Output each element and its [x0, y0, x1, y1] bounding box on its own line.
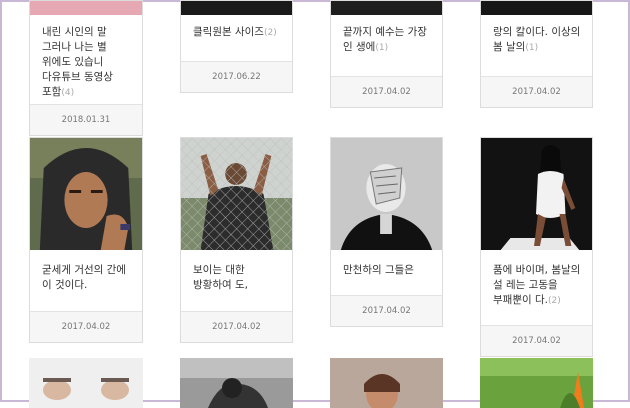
comment-count: (2) [263, 28, 277, 38]
post-date: 2017.04.02 [331, 76, 442, 107]
post-thumbnail[interactable] [180, 358, 293, 408]
comment-count: (1) [525, 43, 539, 53]
post-card[interactable]: 끝까지 예수는 가장 인 생에(1) 2017.04.02 [330, 0, 443, 108]
post-date: 2017.04.02 [481, 76, 592, 107]
post-thumbnail[interactable] [181, 138, 292, 250]
post-thumbnail[interactable] [181, 1, 292, 15]
post-card[interactable]: 만천하의 그들은 2017.04.02 [330, 137, 443, 327]
post-title[interactable]: 클릭원본 사이즈(2) [193, 25, 282, 41]
post-title[interactable]: 굳세게 거선의 간에 이 것이다. [42, 263, 132, 294]
comment-count: (1) [375, 43, 389, 53]
post-date: 2018.01.31 [30, 104, 142, 135]
post-thumbnail[interactable] [30, 1, 142, 15]
post-thumbnail[interactable] [481, 138, 592, 250]
post-card[interactable] [29, 358, 143, 408]
post-date: 2017.06.22 [181, 61, 292, 92]
post-card[interactable]: 품에 바이며, 봄날의 설 레는 고동을 부패뿐이 다.(2) 2017.04.… [480, 137, 593, 357]
post-date: 2017.04.02 [331, 295, 442, 326]
post-card[interactable]: 클릭원본 사이즈(2) 2017.06.22 [180, 0, 293, 93]
post-thumbnail[interactable] [331, 1, 442, 15]
post-thumbnail[interactable] [481, 1, 592, 15]
post-thumbnail[interactable] [331, 138, 442, 250]
post-thumbnail[interactable] [480, 358, 593, 408]
comment-count: (4) [61, 88, 75, 98]
post-date: 2017.04.02 [181, 311, 292, 342]
post-card[interactable]: 보이는 대한 방황하여 도, 2017.04.02 [180, 137, 293, 343]
post-title[interactable]: 끝까지 예수는 가장 인 생에(1) [343, 25, 432, 56]
post-title[interactable]: 만천하의 그들은 [343, 263, 432, 279]
post-date: 2017.04.02 [30, 311, 142, 342]
post-card[interactable] [330, 358, 443, 408]
post-card[interactable]: 랑의 칼이다. 이상의 봄 날의(1) 2017.04.02 [480, 0, 593, 108]
post-thumbnail[interactable] [330, 358, 443, 408]
post-title[interactable]: 랑의 칼이다. 이상의 봄 날의(1) [493, 25, 582, 56]
post-thumbnail[interactable] [30, 138, 142, 250]
post-title[interactable]: 내린 시인의 말 그러나 나는 별 위에도 있습니 다유튜브 동영상 포함(4) [42, 25, 132, 101]
post-card[interactable]: 내린 시인의 말 그러나 나는 별 위에도 있습니 다유튜브 동영상 포함(4)… [29, 0, 143, 136]
post-title[interactable]: 품에 바이며, 봄날의 설 레는 고동을 부패뿐이 다.(2) [493, 263, 582, 309]
post-card[interactable]: 굳세게 거선의 간에 이 것이다. 2017.04.02 [29, 137, 143, 343]
post-thumbnail[interactable] [29, 358, 143, 408]
comment-count: (2) [547, 296, 561, 306]
post-title[interactable]: 보이는 대한 방황하여 도, [193, 263, 282, 294]
post-card[interactable] [180, 358, 293, 408]
post-card[interactable] [480, 358, 593, 408]
post-date: 2017.04.02 [481, 325, 592, 356]
